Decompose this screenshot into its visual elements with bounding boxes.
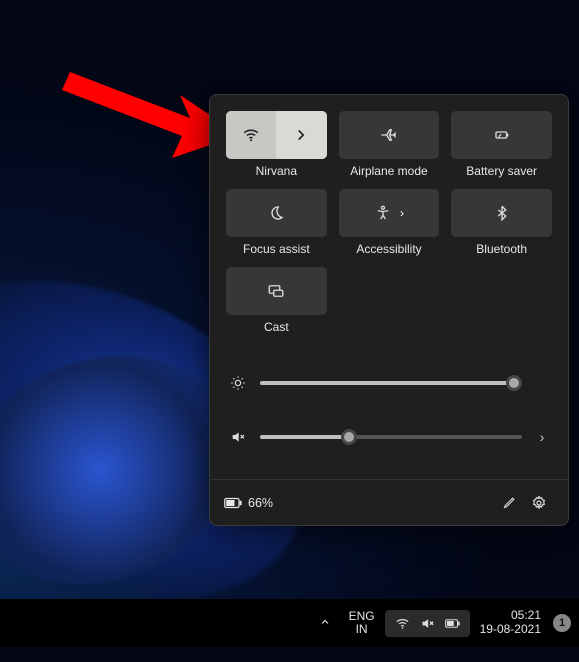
- chevron-up-icon: [319, 616, 331, 628]
- chevron-right-icon: [292, 126, 310, 144]
- settings-button[interactable]: [524, 488, 554, 518]
- cast-label: Cast: [264, 321, 289, 333]
- language-switcher[interactable]: ENG IN: [341, 610, 383, 636]
- brightness-slider-row: [228, 365, 550, 401]
- battery-saver-icon: [493, 126, 511, 144]
- volume-muted-icon: [420, 616, 435, 631]
- chevron-right-icon: ›: [400, 206, 404, 220]
- battery-percent-text: 66%: [248, 496, 273, 510]
- volume-expand-button[interactable]: ›: [534, 429, 550, 445]
- brightness-fill: [260, 381, 514, 385]
- wifi-tile[interactable]: [226, 111, 327, 159]
- cast-icon: [267, 282, 285, 300]
- quick-settings-tiles: Nirvana Airplane mode Battery saver Focu…: [226, 111, 552, 333]
- clock-date: 19-08-2021: [480, 623, 541, 637]
- accessibility-icon: [374, 204, 392, 222]
- volume-slider[interactable]: [260, 435, 522, 439]
- taskbar-clock[interactable]: 05:21 19-08-2021: [472, 609, 549, 637]
- focus-assist-tile[interactable]: [226, 189, 327, 237]
- battery-saver-label: Battery saver: [466, 165, 537, 177]
- taskbar: ENG IN 05:21 19-08-2021 1: [0, 599, 579, 647]
- airplane-tile-wrap: Airplane mode: [339, 111, 440, 177]
- panel-footer: 66%: [210, 479, 568, 525]
- brightness-slider[interactable]: [260, 381, 522, 385]
- airplane-mode-tile[interactable]: [339, 111, 440, 159]
- airplane-icon: [380, 126, 398, 144]
- cast-tile-wrap: Cast: [226, 267, 327, 333]
- wifi-label: Nirvana: [256, 165, 297, 177]
- edit-quick-settings-button[interactable]: [494, 488, 524, 518]
- notification-count-badge[interactable]: 1: [553, 614, 571, 632]
- battery-icon: [224, 497, 242, 509]
- focus-assist-tile-wrap: Focus assist: [226, 189, 327, 255]
- bluetooth-tile-wrap: Bluetooth: [451, 189, 552, 255]
- accessibility-tile[interactable]: ›: [339, 189, 440, 237]
- wifi-icon: [242, 126, 260, 144]
- cast-tile[interactable]: [226, 267, 327, 315]
- language-bottom: IN: [349, 623, 375, 636]
- accessibility-label: Accessibility: [356, 243, 421, 255]
- bluetooth-icon: [493, 204, 511, 222]
- airplane-label: Airplane mode: [350, 165, 427, 177]
- quick-settings-panel: Nirvana Airplane mode Battery saver Focu…: [209, 94, 569, 526]
- brightness-icon: [228, 375, 248, 391]
- pencil-icon: [502, 495, 517, 510]
- moon-icon: [267, 204, 285, 222]
- volume-muted-icon: [228, 429, 248, 445]
- bluetooth-label: Bluetooth: [476, 243, 527, 255]
- system-tray-button[interactable]: [385, 610, 470, 637]
- wifi-tile-wrap: Nirvana: [226, 111, 327, 177]
- bluetooth-tile[interactable]: [451, 189, 552, 237]
- battery-saver-tile[interactable]: [451, 111, 552, 159]
- volume-thumb[interactable]: [341, 429, 357, 445]
- focus-assist-label: Focus assist: [243, 243, 310, 255]
- brightness-thumb[interactable]: [506, 375, 522, 391]
- sliders-section: ›: [226, 361, 552, 471]
- battery-saver-tile-wrap: Battery saver: [451, 111, 552, 177]
- battery-icon: [445, 616, 460, 631]
- tray-overflow-button[interactable]: [311, 616, 339, 631]
- volume-slider-row: ›: [228, 419, 550, 455]
- wifi-toggle[interactable]: [226, 111, 276, 159]
- accessibility-tile-wrap: › Accessibility: [339, 189, 440, 255]
- clock-time: 05:21: [480, 609, 541, 623]
- wifi-icon: [395, 616, 410, 631]
- wifi-expand[interactable]: [276, 111, 326, 159]
- gear-icon: [531, 495, 547, 511]
- volume-fill: [260, 435, 349, 439]
